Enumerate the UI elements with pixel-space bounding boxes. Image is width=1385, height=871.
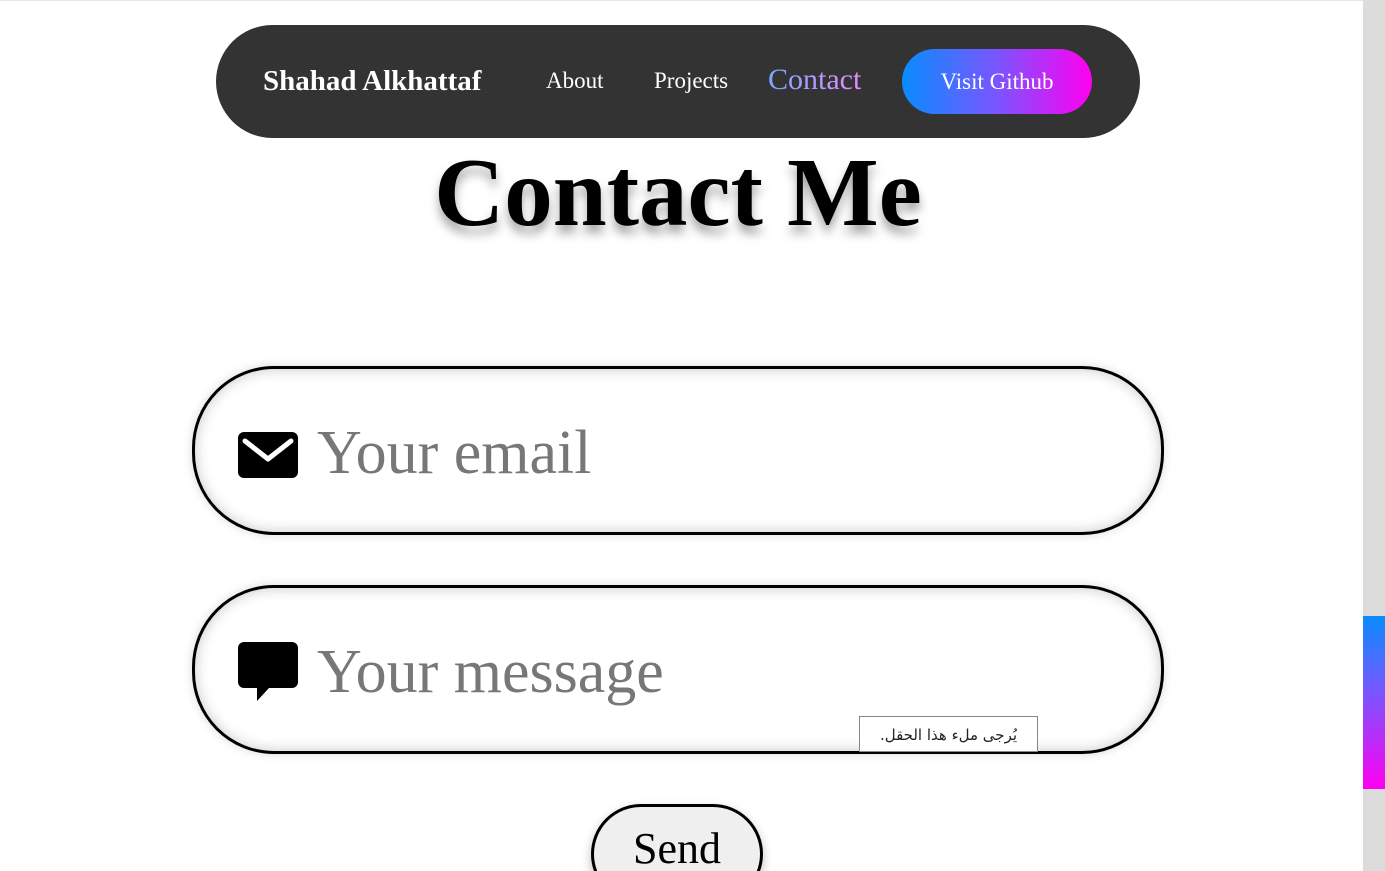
page-title: Contact Me [434, 139, 922, 246]
top-divider [0, 0, 1363, 1]
brand-name[interactable]: Shahad Alkhattaf [263, 63, 481, 99]
scrollbar[interactable] [1363, 0, 1385, 871]
nav-link-about[interactable]: About [546, 66, 604, 96]
envelope-icon [238, 432, 298, 478]
nav-link-projects[interactable]: Projects [654, 66, 728, 96]
email-input[interactable] [317, 417, 1117, 489]
scrollbar-thumb[interactable] [1363, 616, 1385, 789]
validation-tooltip: يُرجى ملء هذا الحقل. [859, 716, 1038, 752]
chat-bubble-icon [238, 642, 298, 701]
visit-github-button[interactable]: Visit Github [902, 49, 1092, 114]
message-input[interactable] [317, 636, 1117, 708]
page: Shahad Alkhattaf About Projects Contact … [0, 0, 1385, 871]
email-field[interactable] [192, 366, 1164, 535]
nav-link-contact[interactable]: Contact [768, 62, 861, 98]
send-button[interactable]: Send [591, 804, 763, 871]
navbar: Shahad Alkhattaf About Projects Contact … [216, 25, 1140, 138]
